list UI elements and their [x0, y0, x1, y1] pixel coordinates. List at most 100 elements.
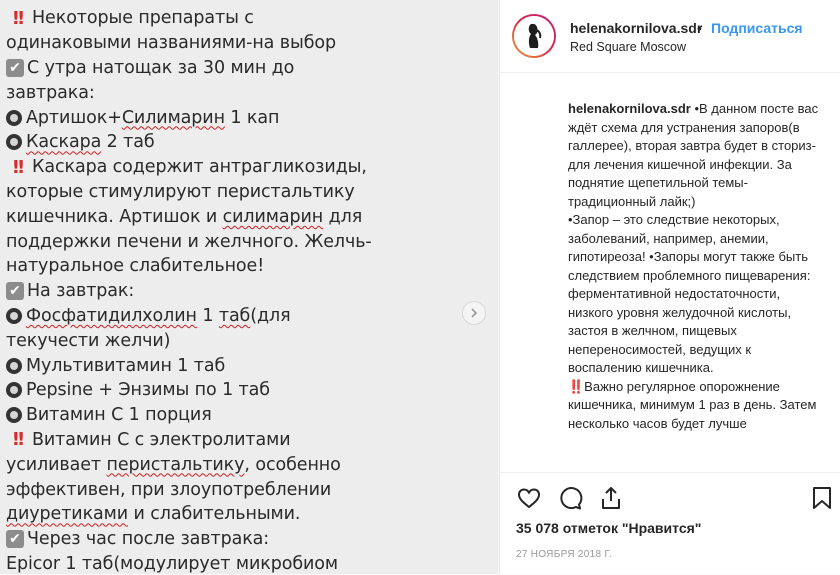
- username-link[interactable]: helenakornilova.sdr: [570, 20, 702, 36]
- image-text-line: одинаковыми названиями-на выбор: [6, 31, 498, 56]
- caption-text: •В данном посте вас ждёт схема для устра…: [568, 101, 819, 209]
- image-text-line: Каскара 2 таб: [6, 130, 498, 155]
- image-text: поддержки печени и желчного. Желчь-: [6, 232, 372, 252]
- image-text-line: Артишок+Силимарин 1 кап: [6, 105, 498, 130]
- bookmark-icon[interactable]: [809, 485, 835, 511]
- image-text: Epicor 1 таб(модулирует микробиом: [6, 554, 338, 574]
- image-text: текучести желчи): [6, 330, 171, 351]
- misspelled-word: Силимарин: [121, 107, 225, 128]
- image-text-line: диуретиками и слабительными.: [6, 502, 498, 527]
- text-segment: Через час после завтрака:: [27, 529, 270, 550]
- text-segment: и слабительными.: [128, 504, 301, 525]
- radio-button-icon: [6, 357, 22, 374]
- image-text: С утра натощак за 30 мин до: [27, 58, 294, 78]
- caption-paragraph: helenakornilova.sdr •В данном посте вас …: [568, 100, 824, 211]
- image-text: одинаковыми названиями-на выбор: [6, 33, 336, 53]
- text-segment: (для: [250, 305, 291, 326]
- post-header: helenakornilova.sdr • Подписаться Red Sq…: [500, 0, 840, 73]
- follow-button[interactable]: Подписаться: [711, 20, 803, 36]
- text-segment: На завтрак:: [27, 281, 135, 302]
- image-text: Pepsine + Энзимы по 1 таб: [26, 380, 270, 400]
- misspelled-word: силимарин: [222, 206, 324, 227]
- image-text-line: эффективен, при злоупотреблении: [6, 477, 498, 502]
- image-text-line: Epicor 1 таб(модулирует микробиом: [6, 552, 498, 574]
- text-segment: Витамин С с электролитами: [32, 429, 291, 450]
- text-segment: Pepsine + Энзимы по 1 таб: [26, 380, 270, 401]
- image-text: завтрака:: [6, 83, 95, 103]
- text-segment: кишечника. Артишок и: [6, 206, 223, 227]
- misspelled-word: Каскара: [26, 132, 102, 153]
- image-text-line: !! Каскара содержит антрагликозиды,: [6, 155, 498, 180]
- heart-icon[interactable]: [516, 485, 542, 511]
- text-segment: завтрака:: [6, 82, 95, 103]
- image-text: Витамин С 1 порция: [26, 405, 212, 425]
- image-text: эффективен, при злоупотреблении: [6, 480, 331, 500]
- share-icon[interactable]: [598, 485, 624, 511]
- image-text-line: натуральное слабительное!: [6, 254, 498, 279]
- image-text-line: которые стимулируют перистальтику: [6, 180, 498, 205]
- text-segment: которые стимулируют перистальтику: [6, 181, 355, 202]
- caption-username[interactable]: helenakornilova.sdr: [568, 101, 691, 116]
- image-text: диуретиками и слабительными.: [6, 504, 301, 525]
- image-text-line: ✔ На завтрак:: [6, 279, 498, 304]
- checkbox-icon: ✔: [6, 530, 24, 549]
- text-segment: натуральное слабительное!: [6, 256, 265, 277]
- image-text: Каскара содержит антрагликозиды,: [32, 157, 367, 177]
- image-text-line: Фосфатидилхолин 1 таб(для: [6, 304, 498, 329]
- comment-icon[interactable]: [557, 485, 583, 511]
- text-segment: Витамин С 1 порция: [26, 405, 212, 426]
- text-segment: , особенно: [244, 454, 341, 475]
- avatar[interactable]: [512, 14, 556, 58]
- image-text: Артишок+Силимарин 1 кап: [26, 108, 279, 128]
- separator-dot: •: [697, 20, 702, 36]
- avatar-icon: [514, 16, 554, 56]
- post-image-text: !! Некоторые препараты с одинаковыми назва…: [6, 6, 498, 574]
- location-link[interactable]: Red Square Moscow: [570, 40, 686, 54]
- double-exclamation-icon: !!: [11, 429, 25, 451]
- text-segment: Мультивитамин 1 таб: [26, 355, 226, 376]
- image-text: усиливает перистальтику, особенно: [6, 455, 341, 475]
- image-text-line: Витамин С 1 порция: [6, 403, 498, 428]
- image-text-line: поддержки печени и желчного. Желчь-: [6, 229, 498, 254]
- image-text: Некоторые препараты с: [32, 8, 254, 28]
- image-text-line: Мультивитамин 1 таб: [6, 353, 498, 378]
- checkbox-icon: ✔: [6, 58, 24, 77]
- checkbox-icon: ✔: [6, 282, 24, 301]
- image-text-line: !! Витамин С с электролитами: [6, 428, 498, 453]
- radio-button-icon: [6, 109, 22, 126]
- image-text-line: текучести желчи): [6, 328, 498, 353]
- text-segment: поддержки печени и желчного. Желчь-: [6, 231, 372, 252]
- post-date[interactable]: 27 НОЯБРЯ 2018 Г.: [516, 549, 612, 560]
- text-segment: 1: [196, 305, 219, 326]
- image-text: Через час после завтрака:: [27, 529, 269, 549]
- image-text: натуральное слабительное!: [6, 256, 264, 276]
- image-text: Каскара 2 таб: [26, 132, 155, 152]
- double-exclamation-icon: !!: [11, 156, 25, 178]
- chevron-right-icon: [471, 308, 478, 318]
- next-slide-button[interactable]: [462, 301, 486, 325]
- image-text: На завтрак:: [27, 281, 134, 301]
- text-segment: текучести желчи): [6, 330, 171, 351]
- image-text: кишечника. Артишок и силимарин для: [6, 207, 362, 227]
- image-text-line: ✔ Через час после завтрака:: [6, 527, 498, 552]
- misspelled-word: перистальтику: [106, 454, 245, 475]
- post-caption: helenakornilova.sdr •В данном посте вас …: [568, 100, 824, 462]
- image-text: Фосфатидилхолин 1 таб(для: [26, 306, 291, 326]
- image-text-line: !! Некоторые препараты с: [6, 6, 498, 31]
- misspelled-word: таб: [218, 305, 251, 326]
- actions-bar: 35 078 отметок "Нравится" 27 НОЯБРЯ 2018…: [500, 472, 840, 575]
- radio-button-icon: [6, 134, 22, 151]
- caption-paragraph: •Запор – это следствие некоторых, заболе…: [568, 212, 811, 375]
- caption-paragraph: ‼️Важно регулярное опорожнение кишечника…: [568, 378, 817, 431]
- post-image: !! Некоторые препараты с одинаковыми назва…: [0, 0, 498, 574]
- text-segment: С утра натощак за 30 мин до: [27, 57, 295, 78]
- text-segment: 2 таб: [101, 132, 155, 153]
- text-segment: Артишок+: [26, 107, 122, 128]
- likes-count[interactable]: 35 078 отметок "Нравится": [516, 520, 701, 536]
- image-text-line: Pepsine + Энзимы по 1 таб: [6, 378, 498, 403]
- radio-button-icon: [6, 307, 22, 324]
- image-text: которые стимулируют перистальтику: [6, 182, 355, 202]
- text-segment: Epicor 1 таб(модулирует микробиом: [6, 553, 338, 574]
- text-segment: усиливает: [6, 454, 107, 475]
- misspelled-word: диуретиками: [6, 504, 129, 525]
